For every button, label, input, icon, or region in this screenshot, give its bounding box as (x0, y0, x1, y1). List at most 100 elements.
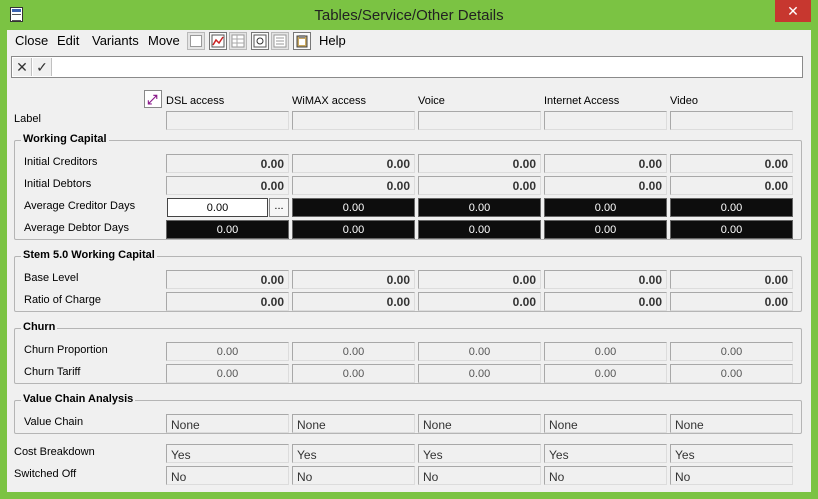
churn-tariff-label: Churn Tariff (24, 366, 81, 378)
base-level-label: Base Level (24, 272, 79, 284)
cost-breakdown-label: Cost Breakdown (14, 446, 95, 458)
cost-breakdown-field[interactable]: Yes (166, 444, 289, 463)
label-field[interactable] (166, 111, 289, 130)
menu-close[interactable]: Close (15, 33, 48, 48)
churn-title: Churn (21, 321, 58, 333)
formula-edit-bar: ✕ ✓ (11, 56, 803, 78)
ratio-of-charge-field[interactable]: 0.00 (544, 292, 667, 311)
accept-edit-button[interactable]: ✓ (33, 58, 52, 76)
initial-debtors-field[interactable]: 0.00 (544, 176, 667, 195)
avg-debtor-days-field[interactable]: 0.00 (418, 220, 541, 239)
avg-creditor-days-field[interactable]: 0.00 (418, 198, 541, 217)
avg-debtor-days-field[interactable]: 0.00 (670, 220, 793, 239)
avg-creditor-days-field[interactable]: 0.00 (670, 198, 793, 217)
edit-icon[interactable] (187, 32, 205, 50)
churn-proportion-field[interactable]: 0.00 (166, 342, 289, 361)
column-header-video: Video (670, 95, 698, 107)
switched-off-label: Switched Off (14, 468, 77, 480)
avg-debtor-days-field[interactable]: 0.00 (292, 220, 415, 239)
window-titlebar: Tables/Service/Other Details ✕ (0, 0, 818, 30)
initial-creditors-field[interactable]: 0.00 (544, 154, 667, 173)
menu-bar: Close Edit Variants Move Help (7, 30, 811, 52)
base-level-field[interactable]: 0.00 (418, 270, 541, 289)
switched-off-field[interactable]: No (418, 466, 541, 485)
churn-proportion-label: Churn Proportion (24, 344, 108, 356)
avg-creditor-days-field[interactable]: 0.00 (167, 198, 268, 217)
ratio-of-charge-field[interactable]: 0.00 (292, 292, 415, 311)
churn-tariff-field[interactable]: 0.00 (292, 364, 415, 383)
value-chain-label: Value Chain (24, 416, 84, 428)
base-level-field[interactable]: 0.00 (670, 270, 793, 289)
initial-debtors-field[interactable]: 0.00 (670, 176, 793, 195)
initial-debtors-label: Initial Debtors (24, 178, 92, 190)
base-level-field[interactable]: 0.00 (166, 270, 289, 289)
avg-creditor-days-field[interactable]: 0.00 (544, 198, 667, 217)
churn-proportion-field[interactable]: 0.00 (670, 342, 793, 361)
initial-debtors-field[interactable]: 0.00 (166, 176, 289, 195)
label-field[interactable] (292, 111, 415, 130)
avg-debtor-days-field[interactable]: 0.00 (544, 220, 667, 239)
churn-proportion-field[interactable]: 0.00 (418, 342, 541, 361)
initial-debtors-field[interactable]: 0.00 (418, 176, 541, 195)
switched-off-field[interactable]: No (670, 466, 793, 485)
column-header-internet: Internet Access (544, 95, 620, 107)
value-chain-field[interactable]: None (544, 414, 667, 433)
initial-debtors-field[interactable]: 0.00 (292, 176, 415, 195)
avg-debtor-days-label: Average Debtor Days (24, 222, 129, 234)
cost-breakdown-field[interactable]: Yes (418, 444, 541, 463)
column-header-wimax: WiMAX access (292, 95, 366, 107)
value-chain-field[interactable]: None (670, 414, 793, 433)
base-level-field[interactable]: 0.00 (544, 270, 667, 289)
base-level-field[interactable]: 0.00 (292, 270, 415, 289)
chart-icon[interactable] (209, 32, 227, 50)
avg-creditor-days-field[interactable]: 0.00 (292, 198, 415, 217)
clipboard-icon[interactable] (293, 32, 311, 50)
menu-edit[interactable]: Edit (57, 33, 79, 48)
ratio-of-charge-field[interactable]: 0.00 (418, 292, 541, 311)
cancel-edit-button[interactable]: ✕ (13, 58, 32, 76)
edit-input[interactable] (54, 59, 800, 75)
initial-creditors-field[interactable]: 0.00 (166, 154, 289, 173)
dialog-client-area: Close Edit Variants Move Help ✕ ✓ ⤢ DSL … (7, 30, 811, 492)
switched-off-field[interactable]: No (166, 466, 289, 485)
churn-proportion-field[interactable]: 0.00 (292, 342, 415, 361)
stem-working-capital-title: Stem 5.0 Working Capital (21, 249, 157, 261)
avg-debtor-days-field[interactable]: 0.00 (166, 220, 289, 239)
avg-creditor-days-label: Average Creditor Days (24, 200, 136, 212)
value-chain-field[interactable]: None (166, 414, 289, 433)
menu-variants[interactable]: Variants (92, 33, 139, 48)
find-icon[interactable] (251, 32, 269, 50)
churn-proportion-field[interactable]: 0.00 (544, 342, 667, 361)
menu-move[interactable]: Move (148, 33, 180, 48)
list-icon[interactable] (271, 32, 289, 50)
label-field[interactable] (544, 111, 667, 130)
working-capital-title: Working Capital (21, 133, 109, 145)
window-title: Tables/Service/Other Details (314, 7, 504, 24)
more-options-button[interactable]: ... (269, 198, 289, 217)
churn-tariff-field[interactable]: 0.00 (418, 364, 541, 383)
menu-help[interactable]: Help (319, 33, 346, 48)
arrow-icon: ⤢ (147, 92, 158, 107)
switched-off-field[interactable]: No (544, 466, 667, 485)
window-close-button[interactable]: ✕ (775, 0, 811, 22)
initial-creditors-field[interactable]: 0.00 (292, 154, 415, 173)
initial-creditors-field[interactable]: 0.00 (418, 154, 541, 173)
ratio-of-charge-field[interactable]: 0.00 (670, 292, 793, 311)
ratio-of-charge-field[interactable]: 0.00 (166, 292, 289, 311)
cost-breakdown-field[interactable]: Yes (670, 444, 793, 463)
churn-tariff-field[interactable]: 0.00 (544, 364, 667, 383)
grid-icon[interactable] (229, 32, 247, 50)
jump-arrow-button[interactable]: ⤢ (144, 90, 162, 108)
value-chain-title: Value Chain Analysis (21, 393, 136, 405)
value-chain-field[interactable]: None (418, 414, 541, 433)
cost-breakdown-field[interactable]: Yes (544, 444, 667, 463)
switched-off-field[interactable]: No (292, 466, 415, 485)
label-field[interactable] (418, 111, 541, 130)
ratio-of-charge-label: Ratio of Charge (24, 294, 102, 306)
churn-tariff-field[interactable]: 0.00 (166, 364, 289, 383)
initial-creditors-field[interactable]: 0.00 (670, 154, 793, 173)
churn-tariff-field[interactable]: 0.00 (670, 364, 793, 383)
value-chain-field[interactable]: None (292, 414, 415, 433)
label-field[interactable] (670, 111, 793, 130)
cost-breakdown-field[interactable]: Yes (292, 444, 415, 463)
